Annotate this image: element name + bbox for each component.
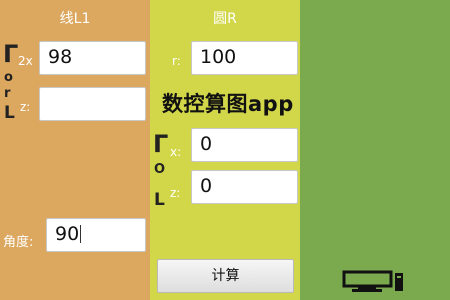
angle-value: 90 [55, 223, 80, 245]
l-symbol: L [4, 103, 15, 123]
line-panel-title: 线L1 [59, 11, 91, 27]
r-label: r: [172, 54, 181, 68]
calculate-button[interactable]: 计算 [157, 259, 294, 293]
r-symbol: r [4, 86, 11, 101]
computer-icon[interactable] [341, 268, 411, 294]
angle-label: 角度: [3, 235, 34, 250]
z-field-line[interactable] [39, 87, 146, 121]
app-title-overlay: 数控算图app [162, 92, 294, 116]
angle-field[interactable]: 90 [46, 218, 146, 252]
x2-field[interactable]: 98 [39, 41, 146, 75]
text-caret [80, 225, 82, 243]
x-value: 0 [200, 133, 213, 155]
z-label-circle: z: [170, 186, 181, 200]
z-value-circle: 0 [200, 175, 213, 197]
r-value: 100 [200, 46, 237, 68]
x2-value: 98 [48, 46, 73, 68]
z-label-line: z: [20, 100, 31, 114]
o-symbol: o [4, 70, 13, 85]
circle-panel-title: 圆R [213, 11, 237, 27]
r-field[interactable]: 100 [191, 41, 298, 75]
z-field-circle[interactable]: 0 [191, 170, 298, 204]
circle-bracket-symbol: Γ [153, 130, 169, 158]
start-bracket-symbol: Γ [3, 40, 19, 68]
circle-o-symbol: O [154, 162, 166, 177]
x2-label: 2x [18, 54, 33, 68]
output-panel [300, 0, 450, 300]
circle-l-symbol: L [154, 190, 165, 210]
x-label: x: [170, 145, 182, 159]
x-field[interactable]: 0 [191, 128, 298, 162]
